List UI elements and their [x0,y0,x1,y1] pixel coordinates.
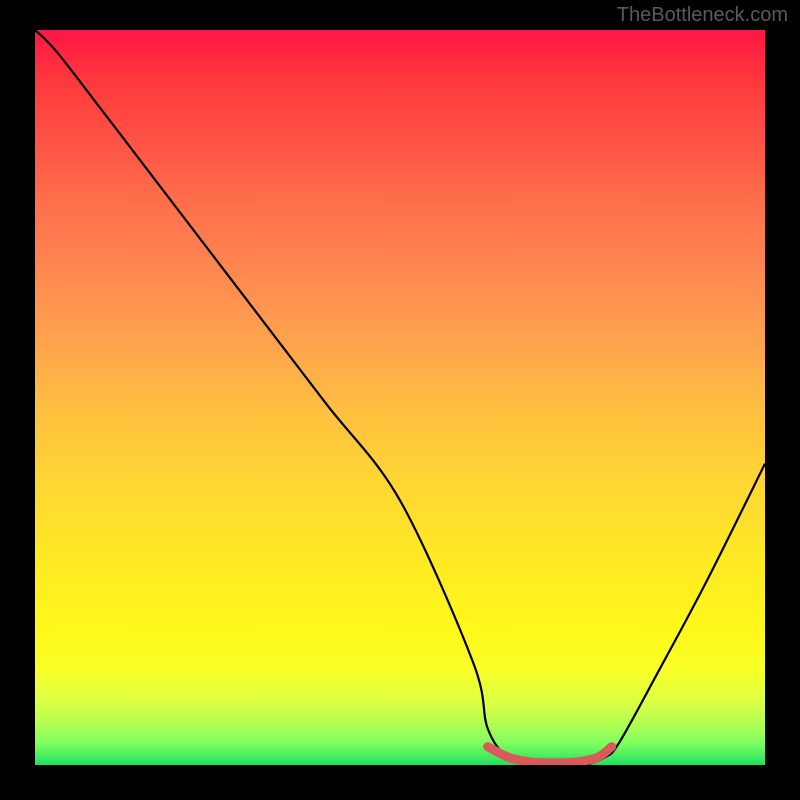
optimal-range-marker [488,747,612,763]
chart-svg [35,30,765,765]
chart-area [35,30,765,765]
bottleneck-curve [35,30,765,765]
watermark-text: TheBottleneck.com [617,4,788,27]
